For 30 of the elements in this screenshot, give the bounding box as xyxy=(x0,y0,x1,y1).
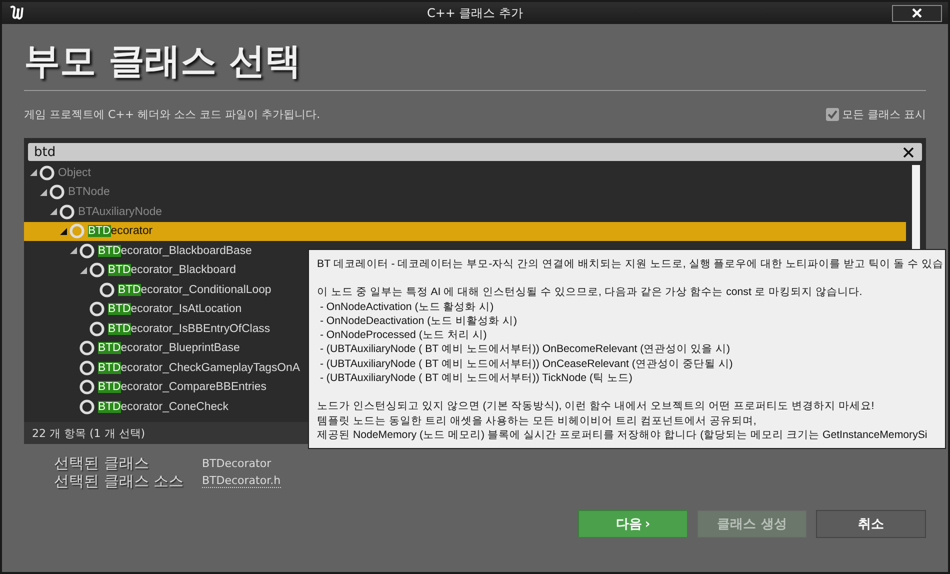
checkbox-label: 모든 클래스 표시 xyxy=(842,107,926,122)
page-heading: 부모 클래스 선택 xyxy=(24,40,302,84)
tooltip-text: BT 데코레이터 - 데코레이터는 부모-자식 간의 연결에 배치되는 지원 노드로, 실행 플로우에 대한 노티파이를 받고 틱이 돌 수 있습 xyxy=(317,257,944,272)
tooltip-text: 이 노드 중 일부는 특정 AI 에 대해 인스턴싱될 수 있으므로, 다음과 같은 가상 함수는 const 로 마킹되지 않습니다. xyxy=(317,285,864,300)
tooltip-text: - (UBTAuxiliaryNode ( BT 예비 노드에서부터)) TickNode (틱 노드) xyxy=(318,371,634,386)
class-name: BTDecorator_IsAtLocation xyxy=(108,303,242,316)
tooltip-text: 노드가 인스턴싱되고 있지 않으면 (기본 작동방식), 이런 함수 내에서 오브젝트의 어떤 프로퍼티도 변경하지 마세요! xyxy=(317,399,876,414)
class-name: BTDecorator_ConditionalLoop xyxy=(118,284,272,296)
tooltip-text: - OnNodeActivation (노드 활성화 시) xyxy=(318,300,495,314)
info-label: 선택된 클래스 소스 xyxy=(54,472,185,490)
tooltip-text: - OnNodeDeactivation (노드 비활성화 시) xyxy=(318,314,518,328)
class-name: BTAuxiliaryNode xyxy=(78,206,162,218)
tooltip-text: - (UBTAuxiliaryNode ( BT 예비 노드에서부터)) OnBecomeRelevant (연관성이 있을 시) xyxy=(318,342,732,357)
class-name: BTDecorator_BlackboardBase xyxy=(98,244,252,257)
class-name: BTDecorator_CheckGameplayTagsOnA xyxy=(98,362,300,374)
description-text: 게임 프로젝트에 C++ 헤더와 소스 코드 파일이 추가됩니다. xyxy=(24,107,320,122)
class-name: BTDecorator_BlueprintBase xyxy=(98,342,240,354)
class-name: BTDecorator_Blackboard xyxy=(108,264,236,276)
class-name: BTDecorator_ConeCheck xyxy=(98,400,228,413)
class-name: BTDecorator_CompareBBEntries xyxy=(98,381,266,394)
class-name: BTDecorator_IsBBEntryOfClass xyxy=(108,322,270,335)
tooltip-text: 제공된 NodeMemory (노드 메모리) 블록에 실시간 프로퍼티를 저장해야 합니다 (할당되는 메모리 크기는 GetInstanceMemorySi xyxy=(317,428,928,442)
tooltip-text: - OnNodeProcessed (노드 처리 시) xyxy=(318,328,488,342)
info-label: 선택된 클래스 xyxy=(54,454,150,472)
class-name: Object xyxy=(58,166,91,179)
info-value: BTDecorator xyxy=(202,456,272,470)
class-name: BTDecorator xyxy=(88,225,153,238)
tooltip-text: - (UBTAuxiliaryNode ( BT 예비 노드에서부터)) OnCeaseRelevant (연관성이 중단될 시) xyxy=(318,356,734,372)
class-name: BTNode xyxy=(68,186,110,198)
window-title: C++ 클래스 추가 xyxy=(426,4,524,22)
